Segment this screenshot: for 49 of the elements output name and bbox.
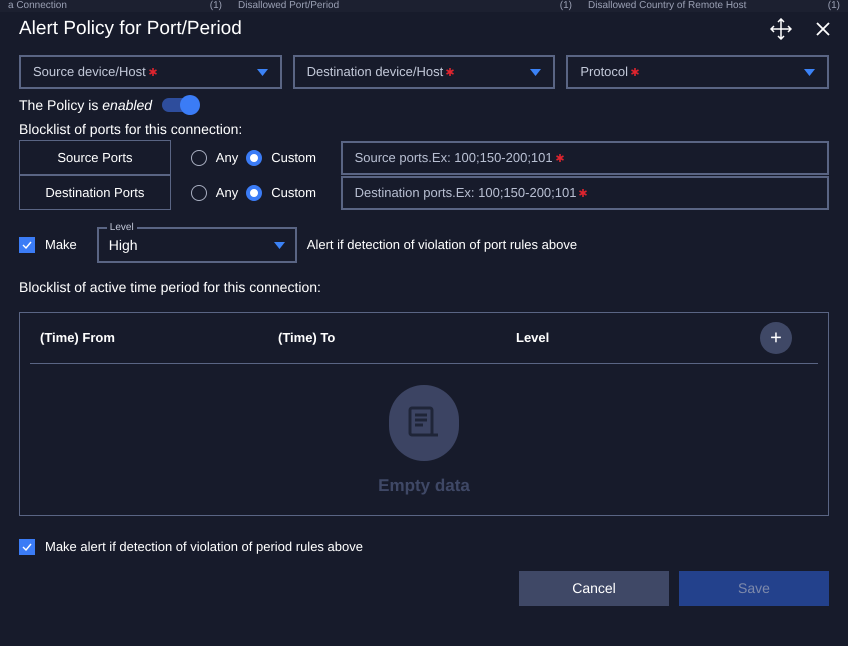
empty-text: Empty data bbox=[378, 475, 470, 497]
caret-icon bbox=[274, 242, 285, 248]
port-type-button[interactable]: Destination Ports bbox=[19, 175, 171, 210]
checkbox-label: Make bbox=[45, 236, 77, 254]
dropdown-field[interactable]: Source device/Host bbox=[19, 55, 282, 89]
column-header: Level bbox=[515, 329, 550, 348]
toggle-switch[interactable] bbox=[162, 95, 200, 115]
ports-placeholder: Source ports.Ex: 100;150-200;101 bbox=[354, 148, 553, 167]
level-dropdown[interactable]: Level High bbox=[96, 222, 297, 262]
checkbox[interactable] bbox=[19, 538, 35, 555]
background-tab-label: Disallowed Country of Remote Host bbox=[588, 1, 746, 11]
port-type-button[interactable]: Source Ports bbox=[19, 140, 171, 175]
radio-option[interactable]: Custom bbox=[246, 182, 316, 202]
radio-option[interactable]: Any bbox=[190, 148, 238, 168]
caret-icon bbox=[256, 68, 268, 76]
column-header: (Time) From bbox=[39, 329, 116, 348]
dropdown-field[interactable]: Protocol bbox=[566, 55, 830, 89]
background-tab-label: Disallowed Port/Period bbox=[238, 1, 340, 11]
ports-placeholder: Destination ports.Ex: 100;150-200;101 bbox=[354, 184, 576, 202]
alert-description: Alert if detection of violation of port rules above bbox=[306, 236, 578, 254]
dropdown-placeholder: Destination device/Host bbox=[306, 63, 444, 82]
ports-input-field[interactable]: Source ports.Ex: 100;150-200;101 bbox=[340, 140, 829, 174]
radio-option[interactable]: Custom bbox=[246, 148, 316, 168]
close-icon[interactable] bbox=[816, 22, 830, 36]
caret-icon bbox=[804, 68, 816, 76]
section-heading: Blocklist of active time period for this connection: bbox=[19, 278, 322, 297]
background-tab-count: (1) bbox=[210, 1, 222, 11]
level-floating-label: Level bbox=[108, 222, 135, 234]
level-value: High bbox=[108, 236, 138, 255]
radio-option[interactable]: Any bbox=[190, 182, 238, 202]
ports-input-field[interactable]: Destination ports.Ex: 100;150-200;101 bbox=[340, 176, 829, 210]
dropdown-placeholder: Source device/Host bbox=[33, 63, 146, 82]
move-icon[interactable] bbox=[770, 18, 792, 40]
background-tab-label: a Connection bbox=[8, 1, 67, 11]
background-tab-count: (1) bbox=[560, 1, 572, 11]
background-tab-count: (1) bbox=[828, 1, 840, 11]
column-header: (Time) To bbox=[277, 329, 336, 348]
checkbox-label: Make alert if detection of violation of period rules above bbox=[45, 538, 363, 556]
policy-label: The Policy is enabled bbox=[19, 96, 152, 115]
section-heading: Blocklist of ports for this connection: bbox=[19, 120, 244, 139]
checkbox[interactable] bbox=[19, 237, 35, 253]
dropdown-field[interactable]: Destination device/Host bbox=[292, 55, 556, 89]
dropdown-placeholder: Protocol bbox=[580, 63, 628, 82]
add-button[interactable]: + bbox=[760, 322, 792, 354]
caret-icon bbox=[530, 68, 542, 76]
check-icon bbox=[22, 542, 32, 551]
cancel-button[interactable]: Cancel bbox=[519, 570, 669, 606]
dialog-title: Alert Policy for Port/Period bbox=[19, 16, 242, 41]
check-icon bbox=[22, 241, 32, 249]
